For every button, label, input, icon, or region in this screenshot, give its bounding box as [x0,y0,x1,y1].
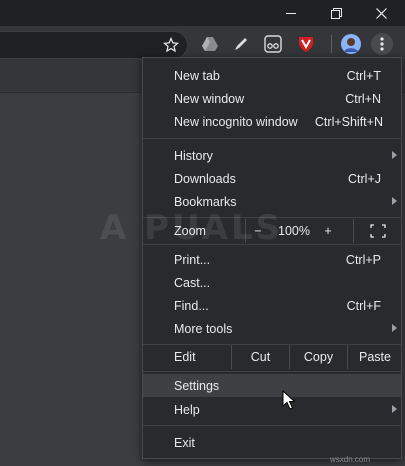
glasses-extension[interactable] [262,33,284,55]
zoom-in-button[interactable]: + [316,219,340,243]
menu-item-label: New tab [174,68,220,83]
menu-separator [143,425,401,426]
title-bar [0,0,405,26]
minimize-icon [286,12,296,14]
shield-extension-icon [299,37,313,52]
drive-extension[interactable] [199,33,221,55]
menu-item-shortcut: Ctrl+Shift+N [314,114,383,129]
menu-item-history[interactable]: History [143,144,401,167]
menu-item-cast[interactable]: Cast... [143,271,401,294]
menu-item-new-window[interactable]: New window Ctrl+N [143,87,401,110]
menu-item-label: Bookmarks [174,194,237,209]
menu-separator [143,138,401,139]
menu-kebab-icon [380,37,384,51]
chrome-menu-button[interactable] [371,33,393,55]
close-button[interactable] [366,0,396,26]
address-bar[interactable] [0,31,188,59]
menu-item-label: Help [174,402,200,417]
menu-item-help[interactable]: Help [143,398,401,421]
menu-item-shortcut: Ctrl+N [345,91,381,106]
menu-item-shortcut: Ctrl+J [348,171,381,186]
avatar-icon [341,34,361,54]
menu-item-label: New window [174,91,245,106]
credit-text: wsxdn.com [330,455,371,464]
menu-item-find[interactable]: Find... Ctrl+F [143,294,401,317]
menu-item-label: Cast... [174,275,211,290]
submenu-arrow-icon [392,405,397,413]
glasses-icon [264,35,282,53]
menu-item-shortcut: Ctrl+P [345,252,381,267]
mouse-cursor-icon [282,390,296,410]
menu-item-label: More tools [174,321,233,336]
drive-icon [202,37,218,51]
menu-item-downloads[interactable]: Downloads Ctrl+J [143,167,401,190]
menu-item-new-incognito[interactable]: New incognito window Ctrl+Shift+N [143,110,401,133]
submenu-arrow-icon [392,151,397,159]
menu-item-label: Find... [174,298,209,313]
paste-button[interactable]: Paste [347,345,402,369]
menu-item-print[interactable]: Print... Ctrl+P [143,248,401,271]
menu-item-new-tab[interactable]: New tab Ctrl+T [143,64,401,87]
menu-item-label: History [174,148,213,163]
menu-item-shortcut: Ctrl+T [346,68,381,83]
fullscreen-icon [369,224,386,238]
submenu-arrow-icon [392,197,397,205]
edit-label: Edit [174,350,196,364]
menu-item-more-tools[interactable]: More tools [143,317,401,340]
chrome-main-menu: New tab Ctrl+T New window Ctrl+N New inc… [142,57,402,459]
fullscreen-button[interactable] [353,219,401,243]
minimize-button[interactable] [276,0,306,26]
pen-icon [235,38,247,50]
toolbar-divider [331,35,332,53]
copy-button[interactable]: Copy [289,345,347,369]
menu-separator [143,371,401,372]
restore-icon [330,7,342,19]
menu-item-exit[interactable]: Exit [143,431,401,454]
submenu-arrow-icon [392,324,397,332]
menu-item-label: Settings [174,378,220,393]
menu-item-label: Exit [174,435,195,450]
watermark: A PUALS [100,208,284,248]
menu-item-label: Print... [174,252,211,267]
cut-button[interactable]: Cut [231,345,289,369]
menu-item-label: Downloads [174,171,236,186]
close-icon [375,7,387,19]
menu-item-shortcut: Ctrl+F [346,298,381,313]
pen-extension[interactable] [230,33,252,55]
edit-row: Edit Cut Copy Paste [143,345,401,369]
maximize-button[interactable] [321,0,351,26]
menu-item-settings[interactable]: Settings [143,374,401,397]
star-icon[interactable] [163,37,179,53]
shield-extension[interactable] [295,33,317,55]
menu-item-label: New incognito window [174,114,298,129]
profile-avatar[interactable] [340,33,362,55]
